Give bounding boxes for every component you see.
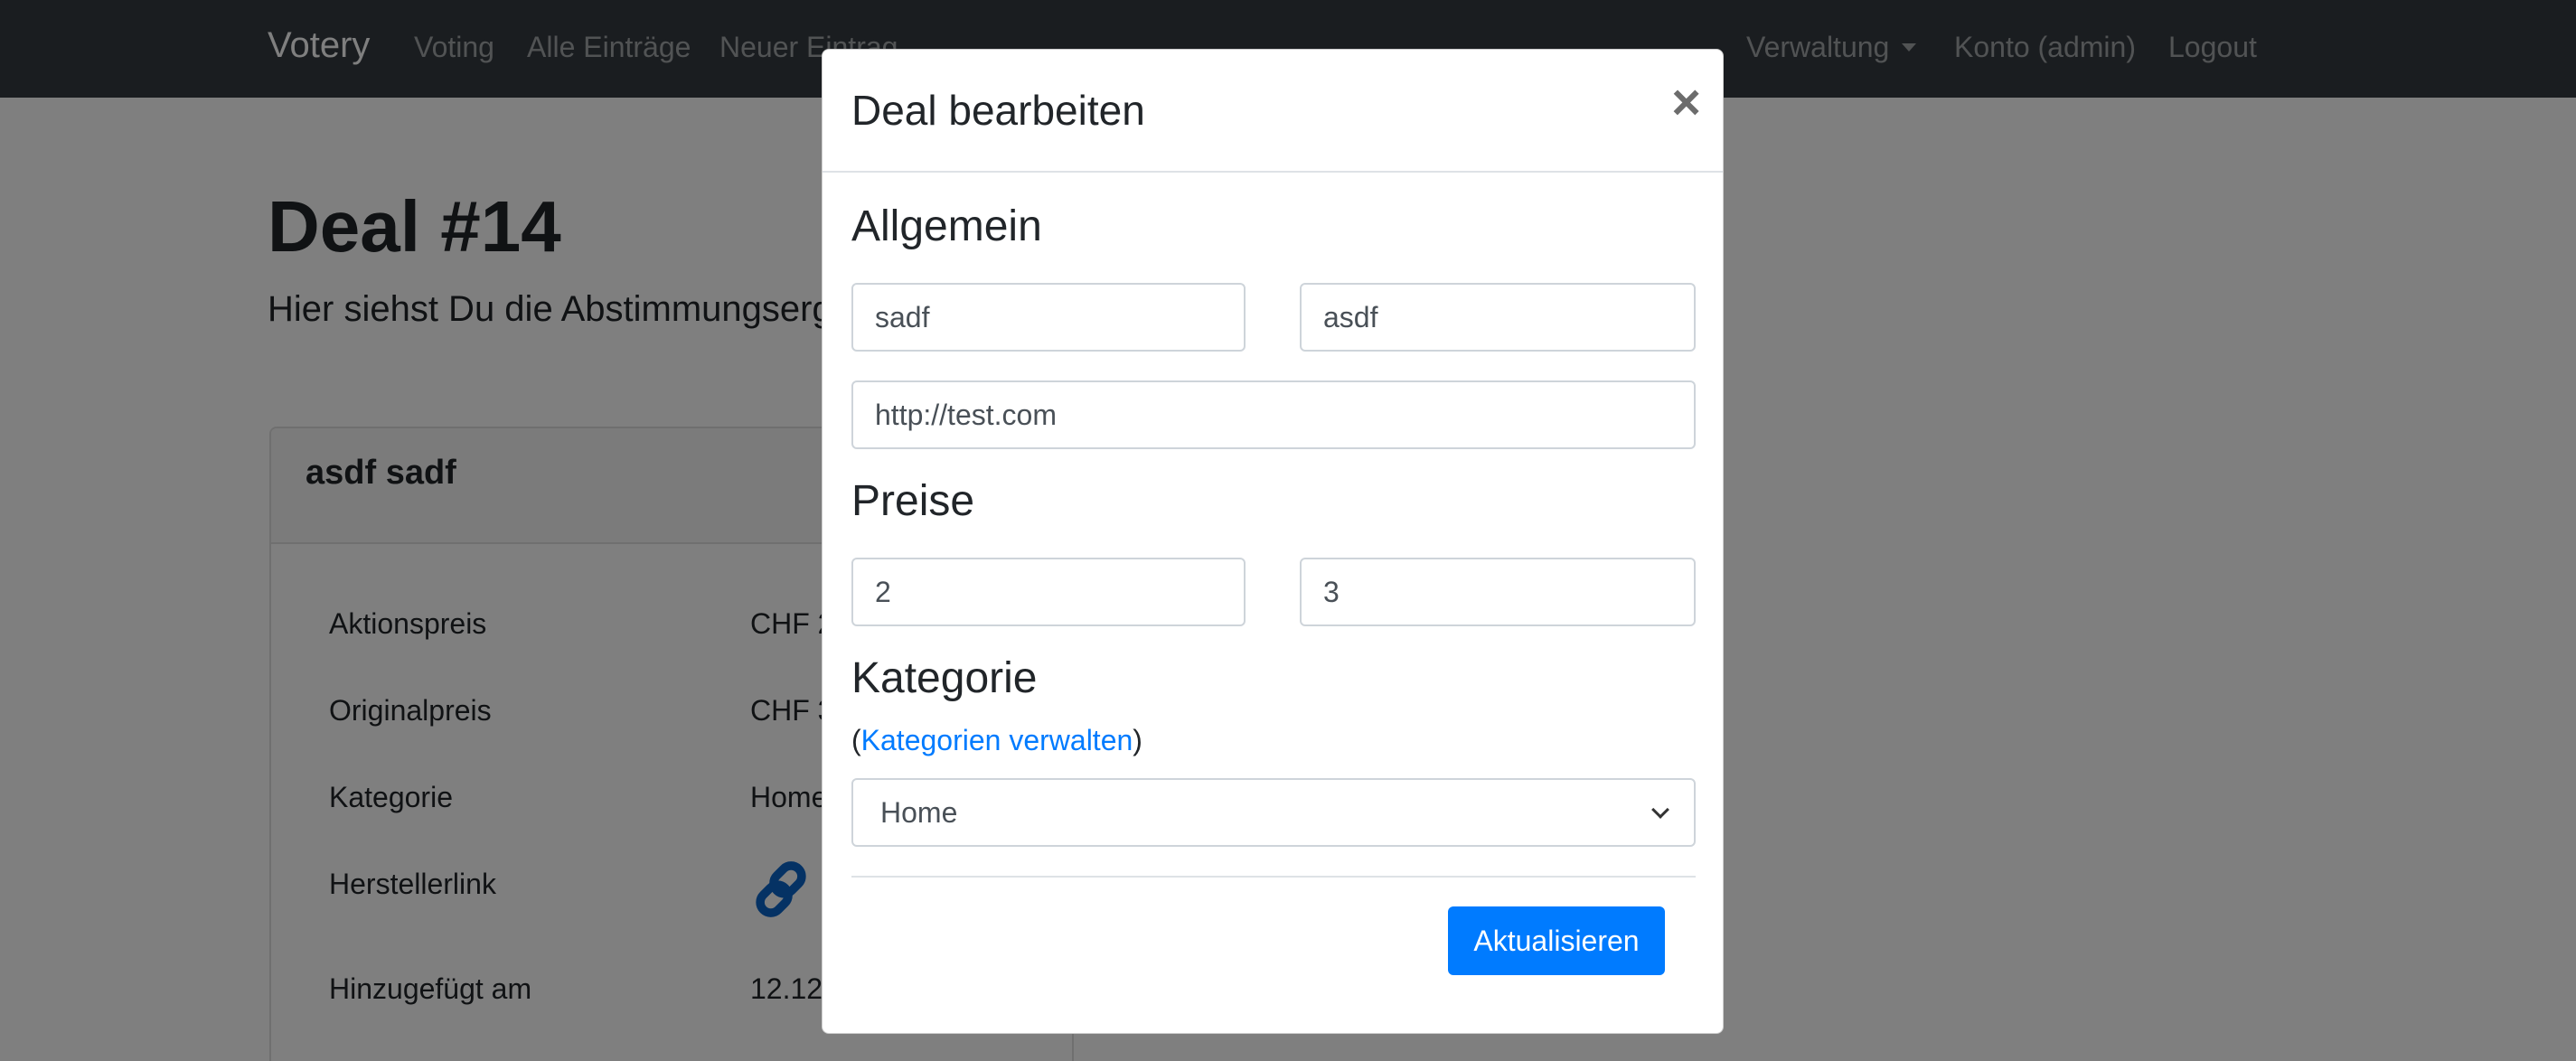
modal-divider: [851, 876, 1696, 878]
section-category-heading: Kategorie: [851, 654, 1038, 702]
modal-header: Deal bearbeiten ×: [823, 50, 1723, 173]
category-select-value: Home: [880, 795, 958, 829]
brand-input[interactable]: [1300, 283, 1696, 352]
chevron-down-icon: [1651, 801, 1669, 819]
paren-open: (: [851, 724, 861, 756]
name-input[interactable]: [851, 283, 1246, 352]
update-button[interactable]: Aktualisieren: [1448, 906, 1665, 975]
edit-deal-modal: Deal bearbeiten × Allgemein Preise Kateg…: [822, 49, 1724, 1034]
action-price-input[interactable]: [851, 558, 1246, 626]
close-icon[interactable]: ×: [1671, 77, 1701, 127]
original-price-input[interactable]: [1300, 558, 1696, 626]
section-prices-heading: Preise: [851, 477, 975, 525]
paren-close: ): [1133, 724, 1142, 756]
category-helper: (Kategorien verwalten): [851, 724, 1142, 757]
section-general-heading: Allgemein: [851, 202, 1042, 250]
manage-categories-link[interactable]: Kategorien verwalten: [861, 724, 1133, 756]
modal-title: Deal bearbeiten: [851, 87, 1145, 134]
url-input[interactable]: [851, 380, 1696, 449]
category-select[interactable]: Home: [851, 778, 1696, 847]
